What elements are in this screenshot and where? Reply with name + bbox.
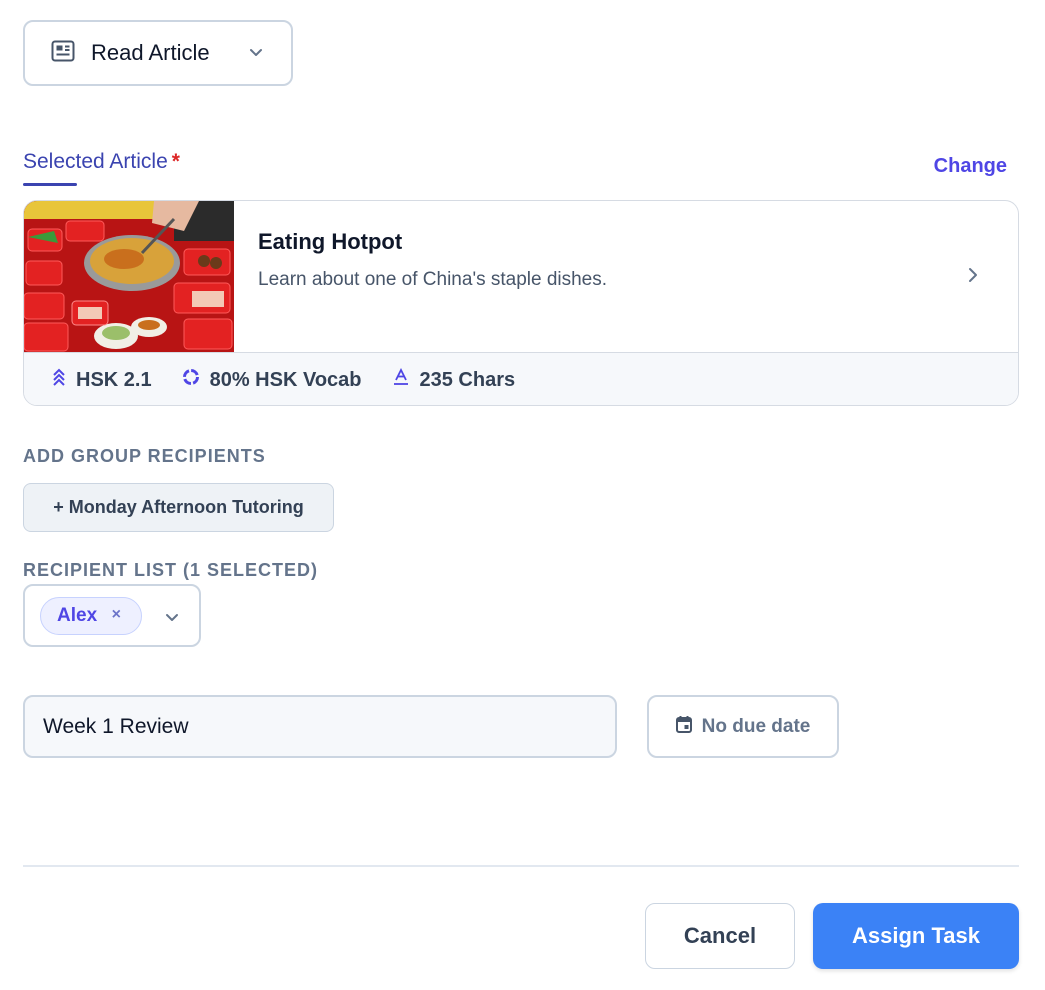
required-mark: * bbox=[171, 150, 180, 173]
task-type-select[interactable]: Read Article bbox=[23, 20, 293, 86]
assign-task-button[interactable]: Assign Task bbox=[813, 903, 1019, 969]
chevron-down-icon bbox=[249, 45, 263, 63]
article-description: Learn about one of China's staple dishes… bbox=[258, 269, 608, 290]
selected-article-label: Selected Article * bbox=[23, 150, 180, 174]
recipient-list-label: RECIPIENT LIST (1 SELECTED) bbox=[23, 560, 319, 580]
group-recipients-label: ADD GROUP RECIPIENTS bbox=[23, 446, 266, 466]
recipient-tag-label: Alex bbox=[57, 605, 98, 626]
section-underline bbox=[23, 183, 77, 186]
add-group-chip[interactable]: + Monday Afternoon Tutoring bbox=[23, 483, 334, 532]
calendar-icon bbox=[675, 715, 692, 739]
meta-chars-text: 235 Chars bbox=[419, 368, 516, 391]
selected-article-text: Selected Article bbox=[23, 150, 168, 173]
remove-recipient-icon[interactable]: × bbox=[112, 606, 121, 624]
characters-icon bbox=[392, 367, 410, 392]
article-title: Eating Hotpot bbox=[258, 229, 403, 254]
footer-divider bbox=[23, 865, 1019, 867]
task-type-label: Read Article bbox=[91, 40, 210, 65]
due-date-button[interactable]: No due date bbox=[647, 695, 839, 758]
level-chevrons-icon bbox=[52, 367, 66, 393]
vocab-ring-icon bbox=[182, 368, 200, 392]
article-info: Eating Hotpot Learn about one of China's… bbox=[234, 201, 607, 352]
cancel-button[interactable]: Cancel bbox=[645, 903, 795, 969]
article-thumbnail bbox=[24, 201, 234, 352]
chevron-right-icon bbox=[968, 267, 978, 288]
article-meta: HSK 2.1 80% HSK Vocab 235 Chars bbox=[24, 352, 1018, 405]
meta-vocab-text: 80% HSK Vocab bbox=[209, 368, 362, 391]
recipient-tag: Alex × bbox=[40, 597, 142, 635]
article-icon bbox=[51, 40, 75, 67]
change-article-link[interactable]: Change bbox=[934, 155, 1007, 178]
article-card-body[interactable]: Eating Hotpot Learn about one of China's… bbox=[24, 201, 1018, 352]
meta-hsk-level: HSK 2.1 bbox=[52, 367, 152, 393]
task-title-input[interactable] bbox=[23, 695, 617, 758]
article-card: Eating Hotpot Learn about one of China's… bbox=[23, 200, 1019, 406]
chevron-down-icon bbox=[165, 610, 179, 628]
meta-vocab: 80% HSK Vocab bbox=[182, 368, 362, 392]
recipient-select[interactable]: Alex × bbox=[23, 584, 201, 647]
meta-chars: 235 Chars bbox=[392, 367, 516, 392]
meta-hsk-level-text: HSK 2.1 bbox=[76, 368, 152, 391]
due-date-label: No due date bbox=[701, 715, 811, 737]
